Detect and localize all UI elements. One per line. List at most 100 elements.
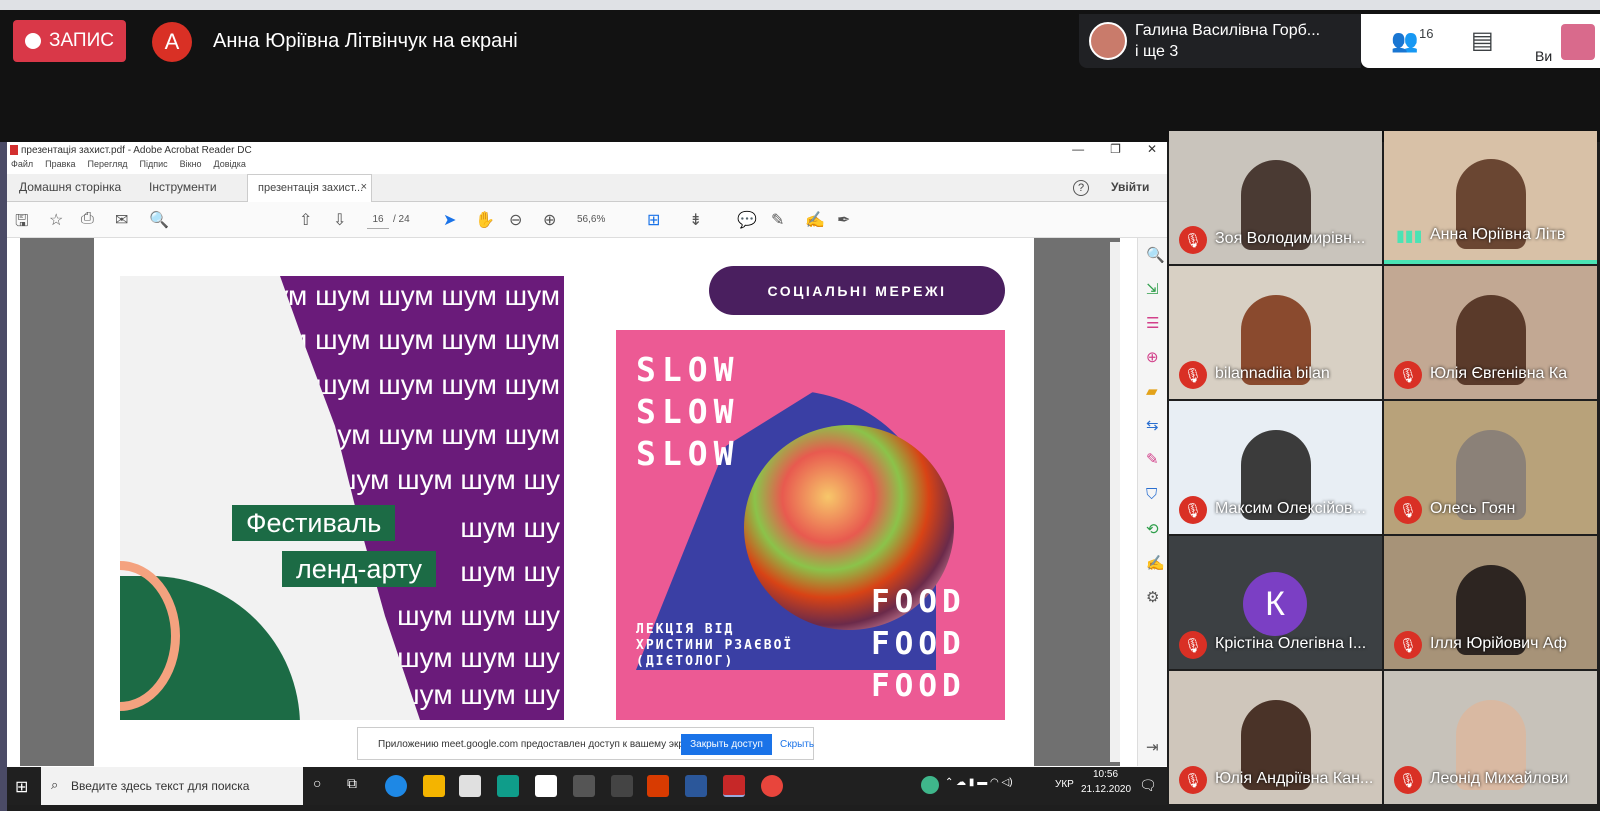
participant-tile[interactable]: 🎙 Леонід Михайлови: [1384, 671, 1597, 804]
recording-indicator[interactable]: ЗАПИС: [13, 20, 126, 62]
menu-view[interactable]: Перегляд: [88, 159, 128, 173]
taskbar-search[interactable]: ⌕ Введите здесь текст для поиска: [41, 767, 303, 805]
participant-tile[interactable]: 🎙 Олесь Гоян: [1384, 401, 1597, 534]
scroll-mode-icon[interactable]: ⇟: [689, 210, 702, 230]
participant-tile[interactable]: 🎙 Зоя Володимирівн...: [1169, 131, 1382, 264]
zoom-in-icon[interactable]: ⊕: [543, 210, 556, 230]
fit-page-icon[interactable]: ⊞: [647, 210, 660, 230]
notifications-icon[interactable]: 🗨: [1139, 777, 1157, 794]
zoom-out-icon[interactable]: ⊖: [509, 210, 522, 230]
participant-name: Ілля Юрійович Аф: [1430, 635, 1567, 652]
mic-off-icon: 🎙: [1394, 361, 1422, 389]
tab-document-label: презентація захист...: [258, 182, 364, 194]
menu-edit[interactable]: Правка: [45, 159, 75, 173]
comment-icon[interactable]: 💬: [737, 210, 757, 230]
participant-tile[interactable]: ▮▮▮ Анна Юріївна Літв: [1384, 131, 1597, 264]
lecture-line: ЛЕКЦІЯ ВІД: [636, 622, 735, 637]
organize-pages-icon[interactable]: ☰: [1146, 314, 1159, 332]
hide-notice-link[interactable]: Скрыть: [780, 739, 814, 750]
windows-start-icon[interactable]: ⊞: [15, 777, 28, 797]
dropbox-icon[interactable]: [573, 775, 595, 797]
document-area[interactable]: шум шум шум шум шум шум шум шум шум шум …: [20, 238, 1120, 766]
participant-tile[interactable]: К 🎙 Крістіна Олегівна І...: [1169, 536, 1382, 669]
help-icon[interactable]: ?: [1073, 180, 1089, 196]
speaker-avatar: [1089, 22, 1127, 60]
minimize-button[interactable]: —: [1072, 142, 1084, 156]
zoom-tool-icon[interactable]: 🔍: [1146, 246, 1165, 264]
language-indicator[interactable]: УКР: [1055, 779, 1074, 790]
menu-file[interactable]: Файл: [11, 159, 33, 173]
you-label: Ви: [1535, 48, 1553, 64]
create-pdf-icon[interactable]: ⊕: [1146, 348, 1159, 366]
festival-title-line2: ленд-арту: [282, 551, 437, 587]
more-tools-icon[interactable]: ⚙: [1146, 588, 1159, 606]
select-cursor-icon[interactable]: ➤: [443, 210, 456, 230]
fill-sign-icon[interactable]: ✎: [1146, 450, 1159, 468]
tab-close-icon[interactable]: ×: [361, 181, 367, 193]
menu-window[interactable]: Вікно: [180, 159, 202, 173]
vertical-scrollbar[interactable]: [1110, 242, 1120, 762]
explorer-icon[interactable]: [423, 775, 445, 797]
tab-home[interactable]: Домашня сторінка: [19, 180, 121, 194]
office-icon[interactable]: [647, 775, 669, 797]
sign-icon[interactable]: ✒: [837, 210, 850, 230]
tab-tools[interactable]: Інструменти: [149, 180, 217, 194]
print-icon[interactable]: ⎙: [81, 210, 94, 228]
browser-strip: [0, 0, 1600, 10]
self-video-thumbnail[interactable]: [1561, 24, 1595, 60]
active-speaker-box[interactable]: Галина Василівна Горб... і ще 3: [1079, 14, 1361, 68]
comment-tool-icon[interactable]: ▰: [1146, 382, 1158, 400]
maximize-button[interactable]: ❐: [1110, 142, 1121, 156]
draw-icon[interactable]: ✍: [805, 210, 825, 230]
app-icon[interactable]: [611, 775, 633, 797]
zoom-level[interactable]: 56,6%: [577, 214, 605, 225]
tray-app-icon[interactable]: [921, 776, 939, 794]
page-up-icon[interactable]: ⇧: [299, 210, 312, 230]
tray-icons[interactable]: ⌃ ☁ ▮ ▬ ◠ ◁): [945, 777, 1013, 788]
task-view-icon[interactable]: ⧉: [347, 775, 369, 797]
participant-name: Леонід Михайлови: [1430, 770, 1569, 787]
participant-tile[interactable]: 🎙 Юлія Андріївна Кан...: [1169, 671, 1382, 804]
food-word: FOOD: [871, 668, 966, 704]
signin-button[interactable]: Увійти: [1111, 180, 1149, 194]
edge-icon[interactable]: [385, 775, 407, 797]
people-icon[interactable]: 👥: [1391, 28, 1418, 54]
tab-document[interactable]: презентація захист... ×: [247, 174, 372, 202]
acrobat-taskbar-icon[interactable]: [723, 775, 745, 797]
participant-tile[interactable]: 🎙 Юлія Євгенівна Ка: [1384, 266, 1597, 399]
clock-date[interactable]: 21.12.2020: [1081, 784, 1131, 795]
close-button[interactable]: ✕: [1147, 142, 1157, 156]
email-icon[interactable]: ✉: [115, 210, 128, 230]
protect-icon[interactable]: ⛉: [1146, 486, 1157, 503]
bookmark-star-icon[interactable]: ☆: [49, 210, 63, 230]
search-zoom-icon[interactable]: 🔍: [149, 210, 169, 230]
participant-name: Анна Юріївна Літв: [1430, 226, 1566, 243]
participant-tile[interactable]: 🎙 Максим Олексійов...: [1169, 401, 1382, 534]
menu-sign[interactable]: Підпис: [140, 159, 168, 173]
page-down-icon[interactable]: ⇩: [333, 210, 346, 230]
hand-tool-icon[interactable]: ✋: [475, 210, 495, 230]
export-pdf-icon[interactable]: ⇲: [1146, 280, 1159, 298]
send-sign-icon[interactable]: ✍: [1146, 554, 1165, 572]
menu-help[interactable]: Довідка: [214, 159, 246, 173]
collapse-rail-icon[interactable]: ⇥: [1146, 738, 1159, 756]
page-number-input[interactable]: 16: [367, 211, 389, 229]
combine-files-icon[interactable]: ⇆: [1146, 416, 1159, 434]
participant-tile[interactable]: 🎙 Ілля Юрійович Аф: [1384, 536, 1597, 669]
participant-tile[interactable]: 🎙 bilannadiia bilan: [1169, 266, 1382, 399]
save-icon[interactable]: 🖫: [15, 210, 29, 237]
stop-sharing-button[interactable]: Закрыть доступ: [681, 734, 772, 755]
chat-icon[interactable]: ▤: [1471, 26, 1494, 55]
participants-count: 16: [1419, 26, 1434, 41]
store-icon[interactable]: [459, 775, 481, 797]
compress-icon[interactable]: ⟲: [1146, 520, 1159, 538]
chrome-icon[interactable]: [761, 775, 783, 797]
meet-top-bar: ЗАПИС А Анна Юріївна Літвінчук на екрані…: [0, 0, 1600, 142]
cortana-icon[interactable]: ○: [313, 775, 335, 797]
record-dot-icon: [25, 33, 41, 49]
mail-icon[interactable]: [497, 775, 519, 797]
amazon-icon[interactable]: [535, 775, 557, 797]
clock-time[interactable]: 10:56: [1093, 769, 1118, 780]
word-icon[interactable]: [685, 775, 707, 797]
highlight-icon[interactable]: ✎: [771, 210, 784, 230]
